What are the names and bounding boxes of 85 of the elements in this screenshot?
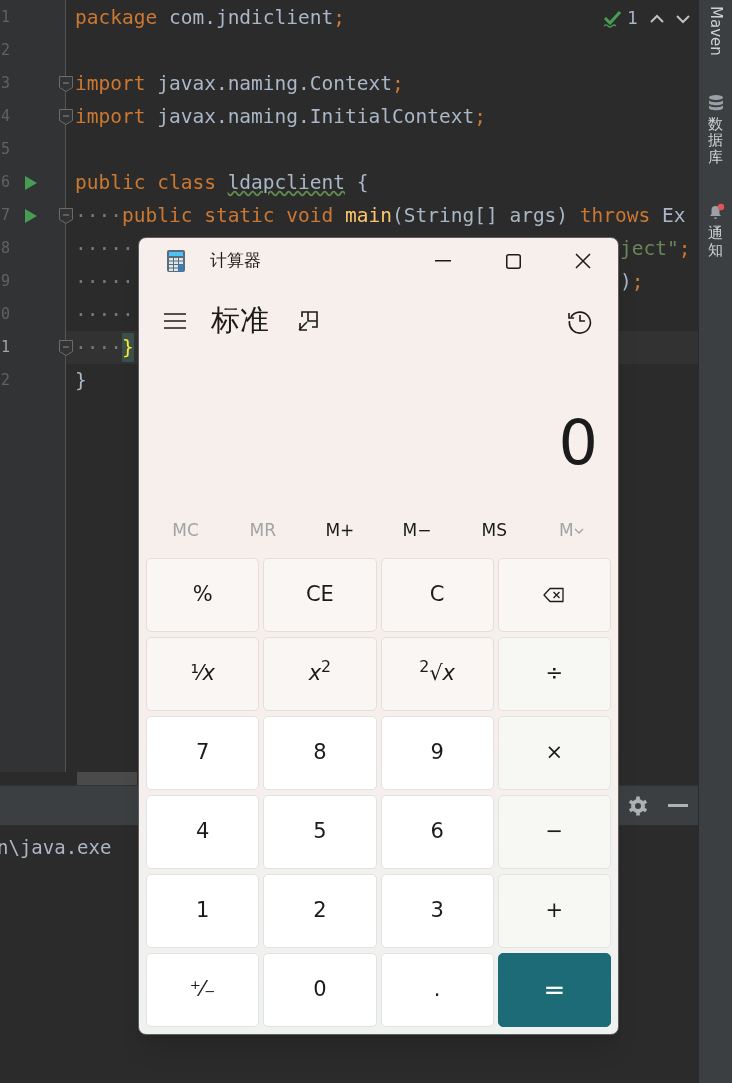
mode-title: 标准 [211,302,269,340]
code-token: ldapclient [227,169,346,196]
fold-icon[interactable] [58,206,74,225]
code-token: ; [392,70,404,97]
close-icon [575,253,591,269]
code-token: public class [75,169,217,196]
function-key[interactable]: C [380,558,494,632]
digit-key[interactable]: 4 [146,795,260,869]
result-display: 0 [558,412,598,474]
code-token: ; [474,103,486,130]
minimize-icon[interactable] [668,803,688,808]
memory-button[interactable]: MS [455,508,533,554]
digit-key[interactable]: 9 [380,716,494,790]
function-key[interactable]: $^{2}$√x [380,637,494,711]
function-key[interactable]: CE [263,558,377,632]
chevron-down-icon[interactable] [676,13,690,24]
digit-key[interactable]: ⁺⁄₋ [146,953,260,1027]
whitespace-marker: ····· [75,268,134,295]
sidebar-label: 数据库 [708,115,723,166]
fold-icon[interactable] [58,74,74,93]
whitespace-marker: ····· [75,235,134,262]
run-icon[interactable] [24,207,38,224]
backspace-icon [543,587,566,603]
whitespace-marker: ···· [75,334,122,361]
sidebar-tab[interactable]: 通知 [706,199,725,263]
chevron-down-icon [573,527,584,535]
window-title: 计算器 [210,249,261,273]
history-icon [567,308,593,334]
database-icon [707,93,724,112]
code-token: com.jndiclient [167,4,334,31]
digit-key[interactable]: 7 [146,716,260,790]
digit-key[interactable]: 6 [380,795,494,869]
digit-key[interactable]: 8 [263,716,377,790]
code-token: (String[] args) [392,202,570,229]
code-token: import [75,70,146,97]
function-key[interactable]: ¹⁄x [146,637,260,711]
maximize-icon [505,253,521,269]
sidebar-label: 通知 [708,225,723,259]
memory-button[interactable]: M− [378,508,456,554]
equals-key[interactable]: = [497,953,611,1027]
function-key[interactable]: % [146,558,260,632]
keep-on-top-icon [296,309,320,333]
code-token: javax.naming.InitialContext [156,103,475,130]
code-token: ; [333,4,346,31]
settings-icon[interactable] [628,795,648,816]
code-token: ; [631,268,644,295]
function-key[interactable]: x$^{2}$ [263,637,377,711]
code-token: ) [620,268,632,295]
inspection-widget[interactable]: 1 [603,6,638,32]
code-token: ject" [620,235,679,262]
code-token: main [345,202,392,229]
scrollbar-thumb[interactable] [77,772,137,785]
code-token: throws [579,202,652,229]
memory-button[interactable]: M+ [301,508,379,554]
calculator-icon [167,250,185,272]
digit-key[interactable]: 5 [263,795,377,869]
code-token: import [75,103,146,130]
code-token: ; [678,235,691,262]
function-key[interactable]: × [497,716,611,790]
digit-key[interactable]: 1 [146,874,260,948]
chevron-up-icon[interactable] [650,13,664,24]
check-icon [603,9,624,28]
code-token: { [355,169,369,196]
code-token: } [121,332,134,363]
digit-key[interactable]: 0 [263,953,377,1027]
sidebar-tab[interactable]: 数据库 [707,89,724,170]
whitespace-marker: ···· [75,202,122,229]
line-number: 1 [1,337,11,359]
menu-icon [164,313,186,329]
code-token: Ex [662,202,686,229]
fold-icon[interactable] [58,107,74,126]
code-token: package [75,4,158,31]
function-key[interactable]: ÷ [497,637,611,711]
minimize-icon [435,260,451,262]
digit-key[interactable]: . [380,953,494,1027]
code-token: } [75,367,87,394]
whitespace-marker: ····· [75,301,134,328]
fold-icon[interactable] [58,338,74,357]
function-key[interactable]: + [497,874,611,948]
digit-key[interactable]: 2 [263,874,377,948]
run-icon[interactable] [24,174,38,191]
function-key[interactable]: − [497,795,611,869]
digit-key[interactable]: 3 [380,874,494,948]
code-token: public static void [121,202,335,229]
code-token: javax.naming.Context [156,70,392,97]
